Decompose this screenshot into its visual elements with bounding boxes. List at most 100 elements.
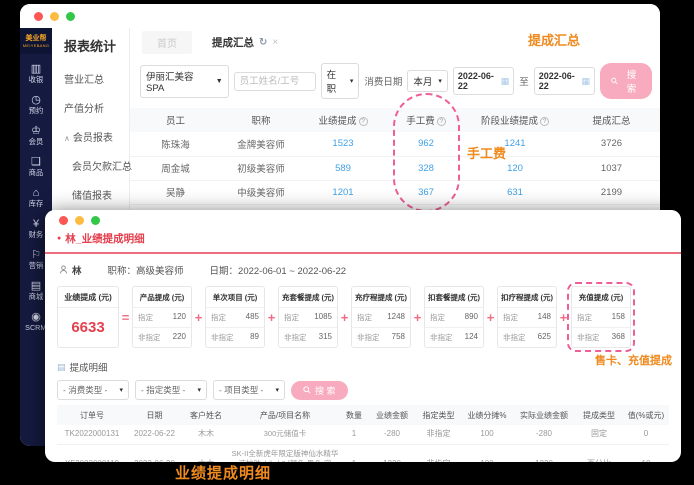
store-select[interactable]: 伊丽汇美容SPA ▼ <box>140 64 229 98</box>
col-assign-type: 指定类型 <box>416 405 461 425</box>
mall-icon: ▤ <box>30 280 42 292</box>
menu-item-business-summary[interactable]: 营业汇总 <box>64 71 129 86</box>
member-icon: ♔ <box>31 125 41 137</box>
period-select[interactable]: 本月 ▾ <box>407 70 448 92</box>
col-perf-amount: 业绩金额 <box>368 405 416 425</box>
perf-share: 100 <box>461 444 513 462</box>
maximize-window-button[interactable] <box>91 215 100 225</box>
employee-search-input[interactable] <box>233 71 316 91</box>
close-tab-icon[interactable]: × <box>272 37 278 48</box>
logo-text: 美业帮 <box>25 34 47 42</box>
table-row: 周金城 初级美容师 589 328 120 1037 <box>130 156 660 181</box>
commission-total: 1037 <box>563 156 660 181</box>
chevron-down-icon: ▾ <box>349 78 354 85</box>
close-window-button[interactable] <box>34 11 43 21</box>
refresh-icon[interactable]: ↻ <box>259 37 267 48</box>
search-button[interactable]: 搜 索 <box>600 63 652 99</box>
annotation-perf-detail: 业绩提成明细 <box>175 465 272 482</box>
date-to-input[interactable]: 2022-06-22 ▦ <box>533 67 596 95</box>
employee-name: 陈珠海 <box>130 132 221 157</box>
info-icon[interactable]: ? <box>540 117 549 126</box>
date-from-input[interactable]: 2022-06-22 ▦ <box>452 67 515 95</box>
perf-commission-link[interactable]: 1523 <box>301 132 385 157</box>
sidebar-item-appointment[interactable]: ◷ 预约 <box>28 94 44 116</box>
tab-bar: 首页 提成汇总 ↻ × <box>130 28 660 56</box>
status-select[interactable]: 在职 ▾ <box>320 63 360 99</box>
calendar-icon: ▦ <box>500 75 510 86</box>
sidebar-item-mall[interactable]: ▤ 商城 <box>28 280 44 302</box>
person-icon <box>59 265 68 274</box>
page-title: 报表统计 <box>64 39 117 54</box>
commission-detail-table: 订单号 日期 客户姓名 产品/项目名称 数量 业绩金额 指定类型 业绩分摊% 实… <box>57 405 669 462</box>
col-commission-type: 提成类型 <box>575 405 623 425</box>
manual-fee-link[interactable]: 962 <box>385 132 467 157</box>
stage-commission-link[interactable]: 120 <box>467 156 563 181</box>
maximize-window-button[interactable] <box>66 11 75 21</box>
info-icon[interactable]: ? <box>358 117 368 126</box>
commission-total: 3726 <box>563 132 660 157</box>
col-qty: 数量 <box>340 405 368 425</box>
detail-row: TK2022000131 2022-06-22 木木 300元储值卡 1 -28… <box>57 425 669 445</box>
sidebar-item-marketing[interactable]: ⚐ 营销 <box>28 249 44 271</box>
stage-commission-link[interactable]: 1241 <box>467 132 563 157</box>
tab-commission-summary[interactable]: 提成汇总 ↻ × <box>202 31 288 54</box>
col-perf-share: 业绩分摊% <box>461 405 513 425</box>
order-no: XF2022000119 <box>57 444 127 462</box>
tab-home[interactable]: 首页 <box>142 30 192 54</box>
menu-item-output-analysis[interactable]: 产值分析 <box>64 100 129 115</box>
detail-search-button[interactable]: 搜 索 <box>291 380 348 400</box>
commission-value: 0 <box>623 425 669 445</box>
detail-row: XF2022000119 2022-06-20 木木 SK-II全新虎年限定版神… <box>57 444 669 462</box>
minimize-window-button[interactable] <box>50 11 59 21</box>
sidebar-item-member[interactable]: ♔ 会员 <box>28 125 44 147</box>
collapse-icon: ∧ <box>64 134 70 143</box>
perf-share: 100 <box>461 425 513 445</box>
consume-type-select[interactable]: - 消费类型 - ▾ <box>57 380 129 400</box>
date-range: 日期：2022-06-01 ~ 2022-06-22 <box>209 266 347 277</box>
employee-title: 金牌美容师 <box>221 132 301 157</box>
detail-window-title: 林_业绩提成明细 <box>65 233 145 245</box>
employee-name: 周金城 <box>130 156 221 181</box>
sidebar-item-inventory[interactable]: ⌂ 库存 <box>28 187 44 209</box>
marketing-icon: ⚐ <box>31 249 41 261</box>
quantity: 1 <box>340 444 368 462</box>
titlebar <box>45 210 681 230</box>
chevron-down-icon: ▾ <box>438 78 442 85</box>
plus-operator: + <box>267 309 276 325</box>
sidebar-item-finance[interactable]: ¥ 财务 <box>28 218 44 240</box>
info-icon[interactable]: ? <box>436 117 446 126</box>
employee-name: 吴静 <box>130 180 221 205</box>
item-type-select[interactable]: - 项目类型 - ▾ <box>213 380 285 400</box>
sidebar-item-cashier[interactable]: ▥ 收银 <box>28 63 44 85</box>
stage-commission-link[interactable]: 631 <box>467 180 563 205</box>
assign-type-select[interactable]: - 指定类型 - ▾ <box>135 380 207 400</box>
col-employee: 员工 <box>130 108 221 132</box>
col-product: 产品/项目名称 <box>230 405 340 425</box>
minimize-window-button[interactable] <box>75 215 84 225</box>
employee-job-title: 职称：高级美容师 <box>107 266 184 277</box>
detail-section-title: 提成明细 <box>69 363 108 374</box>
close-window-button[interactable] <box>59 215 68 225</box>
perf-amount: -280 <box>368 425 416 445</box>
col-order-no: 订单号 <box>57 405 127 425</box>
commission-type: 百分比 <box>575 444 623 462</box>
course-deduct-card: 扣疗程提成 (元) 指定 148 非指定 625 <box>497 286 557 348</box>
manual-fee-link[interactable]: 367 <box>385 180 467 205</box>
perf-commission-link[interactable]: 1201 <box>301 180 385 205</box>
scrm-icon: ◉ <box>31 311 41 323</box>
plus-operator: + <box>413 309 422 325</box>
menu-item-member-reports[interactable]: ∧ 会员报表 <box>64 129 129 144</box>
table-row: 陈珠海 金牌美容师 1523 962 1241 3726 <box>130 132 660 157</box>
col-total: 提成汇总 <box>563 108 660 132</box>
menu-item-member-arrears[interactable]: 会员欠款汇总 <box>64 158 132 173</box>
sidebar-item-goods[interactable]: ❑ 商品 <box>28 156 44 178</box>
employee-title: 初级美容师 <box>221 156 301 181</box>
commission-summary-cards: 业绩提成 (元) 6633 = 产品提成 (元) 指定 120 非指定 220 + … <box>45 282 681 354</box>
manual-fee-link[interactable]: 328 <box>385 156 467 181</box>
perf-commission-link[interactable]: 589 <box>301 156 385 181</box>
product-commission-card: 产品提成 (元) 指定 120 非指定 220 <box>132 286 192 348</box>
col-title: 职称 <box>221 108 301 132</box>
commission-type: 固定 <box>575 425 623 445</box>
menu-item-stored-value-report[interactable]: 储值报表 <box>64 187 129 202</box>
detail-section-header: ▤ 提成明细 <box>45 354 681 377</box>
